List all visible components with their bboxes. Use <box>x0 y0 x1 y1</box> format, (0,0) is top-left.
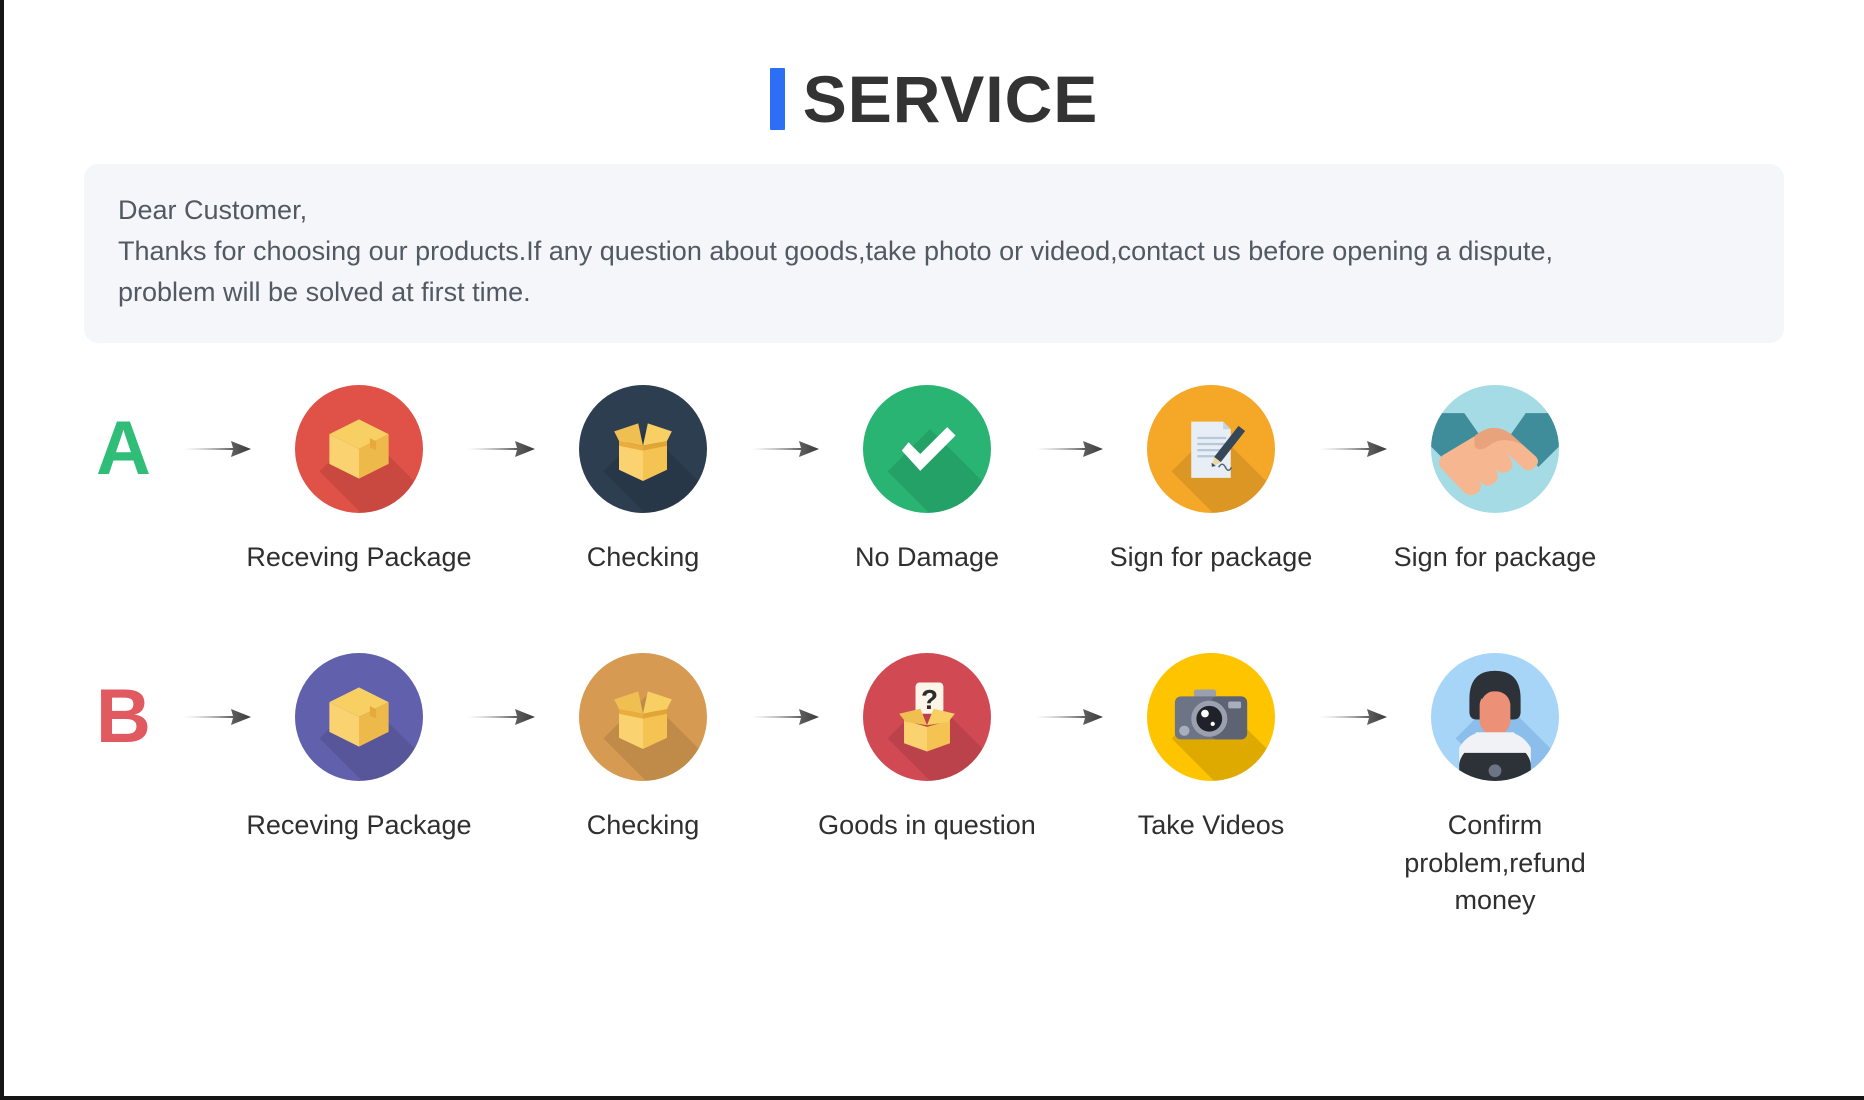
step-b-4: Take Videos <box>1112 652 1310 845</box>
page-title: SERVICE <box>4 0 1864 150</box>
step-label: No Damage <box>854 542 1000 573</box>
step-label: Receving Package <box>246 809 472 840</box>
right-arrow-icon <box>174 653 260 781</box>
step-label: Goods in question <box>818 809 1036 840</box>
right-arrow-icon <box>742 385 828 513</box>
right-arrow-icon <box>1026 385 1112 513</box>
right-arrow-icon <box>1310 385 1396 513</box>
right-arrow-icon <box>742 653 828 781</box>
flow-label-a: A <box>96 406 151 492</box>
step-label: Receving Package <box>246 542 472 573</box>
right-arrow-icon <box>458 653 544 781</box>
right-arrow-icon <box>1310 653 1396 781</box>
handshake-icon <box>1431 385 1559 514</box>
step-a-5: Sign for package <box>1394 385 1596 577</box>
step-label: Checking <box>586 809 700 840</box>
right-arrow-icon <box>174 385 260 513</box>
step-label: Checking <box>586 542 700 573</box>
flow-row-a: A Receving Package Checking No Damage Si… <box>4 385 1864 577</box>
customer-notice-box: Dear Customer, Thanks for choosing our p… <box>84 164 1784 344</box>
page-title-text: SERVICE <box>802 62 1099 136</box>
notice-line-3: problem will be solved at first time. <box>118 277 531 308</box>
step-b-1: Receving Package <box>246 652 472 845</box>
flow-row-b: B Receving Package Checking ? Goods in q… <box>4 652 1864 920</box>
flow-label-b: B <box>96 673 151 759</box>
camera-icon <box>1147 652 1275 781</box>
checkmark-icon <box>863 385 991 514</box>
closed-package-icon <box>295 385 423 514</box>
step-a-3: No Damage <box>828 385 1026 577</box>
notice-line-2: Thanks for choosing our products.If any … <box>118 236 1553 267</box>
step-b-3: ? Goods in question <box>818 652 1036 845</box>
step-a-2: Checking <box>544 385 742 577</box>
open-box-icon <box>579 385 707 514</box>
step-a-4: Sign for package <box>1110 385 1312 577</box>
step-label: Confirm problem,refund money <box>1404 809 1586 916</box>
service-page: SERVICE Dear Customer, Thanks for choosi… <box>0 0 1864 1100</box>
question-box-icon: ? <box>863 652 991 781</box>
closed-package-icon <box>295 652 423 781</box>
document-pen-icon <box>1147 385 1275 514</box>
step-label: Sign for package <box>1393 542 1597 573</box>
support-agent-icon <box>1431 652 1559 781</box>
step-b-2: Checking <box>544 652 742 845</box>
step-label: Take Videos <box>1137 809 1285 840</box>
step-a-1: Receving Package <box>246 385 472 577</box>
right-arrow-icon <box>1026 653 1112 781</box>
right-arrow-icon <box>458 385 544 513</box>
title-accent-bar <box>769 68 785 130</box>
open-box-icon <box>579 652 707 781</box>
step-b-5: Confirm problem,refund money <box>1396 652 1594 920</box>
step-label: Sign for package <box>1109 542 1313 573</box>
notice-line-1: Dear Customer, <box>118 195 308 225</box>
